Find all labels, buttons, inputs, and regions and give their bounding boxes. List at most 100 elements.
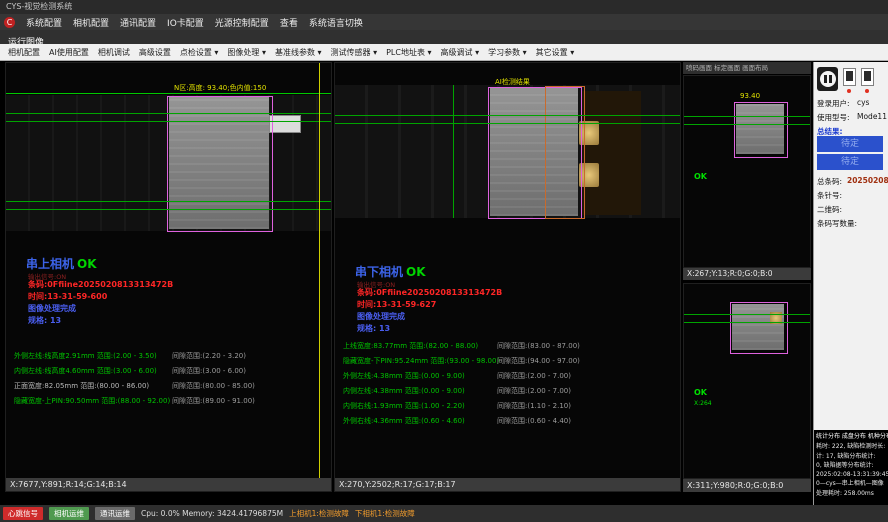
app-logo-icon: C [4, 17, 15, 28]
regions-text: 规格: 13 [28, 315, 61, 326]
measurement-row: 内侧左线:4.38mm 范围:(0.00 - 9.00) 间隙范围:(2.00 … [335, 386, 680, 398]
window-title: CYS-视觉检测系统 [6, 2, 72, 11]
measurement-text: 外侧左线:4.38mm 范围:(0.00 - 9.00) [343, 371, 465, 381]
preview-ok-text: OK [694, 388, 707, 397]
pause-button[interactable] [817, 67, 838, 91]
tolerance-text: 间隙范围:(1.10 - 2.10) [497, 401, 571, 411]
toolbar-image-process[interactable]: 图像处理 ▾ [227, 47, 266, 58]
barcode-text: 条码:0Ffiine2025020813313472B [357, 287, 502, 298]
measure-line-vertical [453, 85, 454, 218]
total-barcode-value: 20250208 [847, 176, 888, 185]
total-barcode-label: 总条码: [817, 176, 842, 187]
camera-view-upper[interactable]: N区:高度: 93.40;色内值:150 串上相机OK 输出信号:ON 条码:0… [5, 62, 332, 492]
preview-view-bottom[interactable]: OK X:264 [683, 283, 811, 479]
toolbar-baseline-params[interactable]: 基准线参数 ▾ [275, 47, 322, 58]
tolerance-text: 间隙范围:(2.20 - 3.20) [172, 351, 246, 361]
measure-line [6, 121, 332, 122]
preview-ok-text: OK [694, 172, 707, 181]
toolbar-other-settings[interactable]: 其它设置 ▾ [536, 47, 575, 58]
pin-number-label: 条针号: [817, 190, 842, 201]
measurement-text: 隐藏宽度-上PIN:90.50mm 范围:(88.00 - 92.00) [14, 396, 170, 406]
barcode-text: 条码:0Ffiine2025020813313472B [28, 279, 173, 290]
camera-icon [846, 71, 853, 81]
camera-icon [864, 71, 871, 81]
menu-item-view[interactable]: 查看 [280, 16, 298, 29]
login-user-value: cys [857, 98, 869, 107]
measurement-row: 隐藏宽度-下PIN:95.24mm 范围:(93.00 - 98.00) 间隙范… [335, 356, 680, 368]
result-box-1: 待定 [817, 136, 883, 152]
toolbar-camera-debug[interactable]: 相机调试 [98, 47, 130, 58]
coord-strip-lower: X:270,Y:2502;R:17;G:17;B:17 [335, 478, 680, 491]
toolbar-ai-config[interactable]: AI使用配置 [49, 47, 89, 58]
measurement-text: 内侧左线:4.38mm 范围:(0.00 - 9.00) [343, 386, 465, 396]
measure-line [684, 322, 811, 323]
cpu-memory-text: Cpu: 0.0% Memory: 3424.41796875M [141, 509, 283, 518]
write-count-label: 条码写数量: [817, 218, 857, 229]
boundary-line-yellow [319, 63, 320, 492]
measurement-text: 上线宽度:83.77mm 范围:(82.00 - 88.00) [343, 341, 478, 351]
measure-line [335, 115, 681, 116]
toolbar-spot-check[interactable]: 点检设置 ▾ [180, 47, 219, 58]
measurement-text: 正面宽度:82.05mm 范围:(80.00 - 86.00) [14, 381, 149, 391]
stats-line: 计: 17, 缺陷分布统计: [816, 452, 887, 461]
menu-item-light-config[interactable]: 光源控制配置 [215, 16, 269, 29]
tolerance-text: 间隙范围:(80.00 - 85.00) [172, 381, 255, 391]
menu-item-language-switch[interactable]: 系统语言切换 [309, 16, 363, 29]
tab-row: 运行图像 [0, 30, 888, 44]
toolbar-advanced-debug[interactable]: 高级调试 ▾ [441, 47, 480, 58]
roi-rect-magenta [730, 302, 788, 354]
stats-line: 耗时: 222, 缺陷检测时长: [816, 442, 887, 451]
camera-2-status-dot [865, 89, 869, 93]
toolbar-camera-config[interactable]: 相机配置 [8, 47, 40, 58]
stats-tabs[interactable]: 统计分布 成盘分布 机种分布 [816, 432, 887, 441]
status-bar: 心跳信号 相机运维 通讯运维 Cpu: 0.0% Memory: 3424.41… [0, 505, 888, 522]
result-box-2: 待定 [817, 154, 883, 170]
result-title-lower: 串下相机OK [355, 263, 426, 280]
preview-view-top[interactable]: 93.40 OK [683, 75, 811, 268]
measurement-text: 隐藏宽度-下PIN:95.24mm 范围:(93.00 - 98.00) [343, 356, 499, 366]
stats-line: 0, 缺陷据等分布统计: [816, 461, 887, 470]
upper-camera-warning: 上相机1:检测故障 [289, 508, 349, 519]
camera-name-text: 串下相机 [355, 265, 403, 279]
tolerance-text: 间隙范围:(2.00 - 7.00) [497, 371, 571, 381]
tolerance-text: 间隙范围:(3.00 - 6.00) [172, 366, 246, 376]
preview-info-text: X:264 [694, 400, 712, 407]
measurement-text: 外侧左线:线高度2.91mm 范围:(2.00 - 3.50) [14, 351, 157, 361]
coord-strip-preview-bottom: X:311;Y:980;R:0;G:0;B:0 [683, 479, 811, 492]
comm-ops-badge: 通讯运维 [95, 507, 135, 520]
toolbar-sensor-test[interactable]: 测试传感器 ▾ [331, 47, 378, 58]
menu-item-io-config[interactable]: IO卡配置 [167, 16, 204, 29]
control-panel: 登录用户: cys 使用型号: Mode11 总结果: 待定 待定 总条码: 2… [813, 62, 888, 505]
tolerance-text: 间隙范围:(94.00 - 97.00) [497, 356, 580, 366]
login-user-label: 登录用户: [817, 98, 850, 109]
fixture-bracket [581, 91, 641, 215]
camera-2-button[interactable] [861, 68, 874, 86]
pause-icon [820, 71, 836, 87]
preview-header-tabs[interactable]: 喷码画面 标定画面 画面布局 [683, 62, 811, 74]
measure-line [684, 116, 811, 117]
camera-ops-badge: 相机运维 [49, 507, 89, 520]
tolerance-text: 间隙范围:(89.00 - 91.00) [172, 396, 255, 406]
overlay-label-upper: N区:高度: 93.40;色内值:150 [174, 83, 266, 93]
coord-strip-preview-top: X:267;Y:13;R:0;G:0;B:0 [683, 268, 811, 280]
tolerance-text: 间隙范围:(83.00 - 87.00) [497, 341, 580, 351]
measure-line [6, 209, 332, 210]
menu-item-comm-config[interactable]: 通讯配置 [120, 16, 156, 29]
toolbar-plc-address[interactable]: PLC地址表 ▾ [386, 47, 431, 58]
measurement-row: 上线宽度:83.77mm 范围:(82.00 - 88.00) 间隙范围:(83… [335, 341, 680, 353]
roi-rect-orange [545, 86, 585, 219]
menu-bar: C 系统配置 相机配置 通讯配置 IO卡配置 光源控制配置 查看 系统语言切换 [0, 14, 888, 30]
result-title-upper: 串上相机OK [26, 255, 97, 272]
camera-view-lower[interactable]: AI检测结果 串下相机OK 输出信号:ON 条码:0Ffiine20250208… [334, 62, 681, 492]
toolbar-advanced-settings[interactable]: 高级设置 [139, 47, 171, 58]
result-ok-text: OK [77, 257, 97, 271]
camera-1-button[interactable] [843, 68, 856, 86]
model-value: Mode11 [857, 112, 887, 121]
menu-item-camera-config[interactable]: 相机配置 [73, 16, 109, 29]
menu-item-system-config[interactable]: 系统配置 [26, 16, 62, 29]
toolbar-learning-params[interactable]: 学习参数 ▾ [488, 47, 527, 58]
stats-box: 统计分布 成盘分布 机种分布 耗时: 222, 缺陷检测时长: 计: 17, 缺… [814, 430, 888, 505]
measure-line [6, 113, 332, 114]
measurement-row: 外侧左线:线高度2.91mm 范围:(2.00 - 3.50) 间隙范围:(2.… [6, 351, 331, 363]
measurement-row: 隐藏宽度-上PIN:90.50mm 范围:(88.00 - 92.00) 间隙范… [6, 396, 331, 408]
